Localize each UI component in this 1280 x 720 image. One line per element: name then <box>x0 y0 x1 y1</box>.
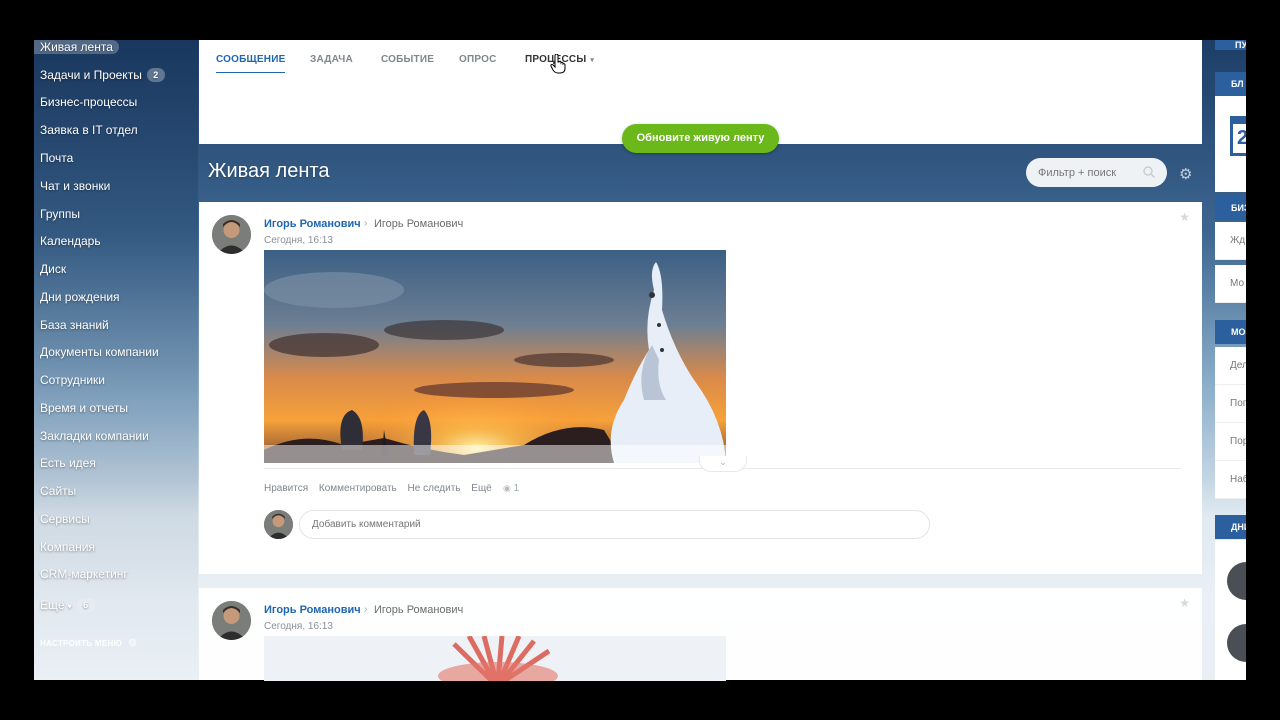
search-icon[interactable] <box>1142 165 1156 179</box>
star-icon[interactable]: ★ <box>1179 596 1190 610</box>
sidebar-item-business-processes[interactable]: Бизнес-процессы <box>40 91 137 113</box>
sidebar-item-label: Задачи и Проекты <box>40 68 142 82</box>
star-icon[interactable]: ★ <box>1179 210 1190 224</box>
comment-input[interactable] <box>299 510 930 539</box>
sidebar-item-label: Живая лента <box>40 40 113 54</box>
sidebar-item-mail[interactable]: Почта <box>40 147 73 169</box>
eye-icon: ◉ <box>503 483 511 493</box>
chevron-right-icon: › <box>364 604 368 615</box>
right-panel-row[interactable]: Пог <box>1215 385 1246 423</box>
right-section-header: МО <box>1215 320 1246 344</box>
sidebar-item-services[interactable]: Сервисы <box>40 508 90 530</box>
screen: Живая лента Задачи и Проекты 2 Бизнес-про… <box>0 0 1280 720</box>
post-recipient[interactable]: Игорь Романович <box>374 218 463 230</box>
tab-task[interactable]: ЗАДАЧА <box>310 54 353 65</box>
tab-event[interactable]: СОБЫТИЕ <box>381 54 434 65</box>
page-title: Живая лента <box>208 160 330 182</box>
sidebar-item-employees[interactable]: Сотрудники <box>40 369 105 391</box>
counter-badge: 2 <box>146 68 165 82</box>
avatar[interactable] <box>1227 562 1246 600</box>
sidebar-item-knowledge-base[interactable]: База знаний <box>40 314 109 336</box>
sidebar-item-tasks[interactable]: Задачи и Проекты 2 <box>40 64 165 86</box>
sidebar-item-more[interactable]: Ещё ▾ 6 <box>40 594 95 616</box>
sidebar-item-calendar[interactable]: Календарь <box>40 230 101 252</box>
feed-post: Игорь Романович › Игорь Романович Сегодн… <box>199 202 1202 574</box>
tab-poll[interactable]: ОПРОС <box>459 54 497 65</box>
right-section-header: БЛ <box>1215 72 1246 96</box>
gear-icon[interactable]: ⚙ <box>1179 165 1192 183</box>
post-image[interactable] <box>264 250 726 463</box>
right-panel-top-header: ПУ <box>1215 40 1246 50</box>
calendar-widget[interactable]: 2 <box>1215 96 1246 192</box>
tab-message[interactable]: СООБЩЕНИЕ <box>216 54 286 73</box>
right-panel-row[interactable]: Мо <box>1215 265 1246 303</box>
views-counter: ◉ 1 <box>503 483 519 494</box>
chevron-down-icon: ▾ <box>67 602 72 611</box>
sidebar-item-company[interactable]: Компания <box>40 536 95 558</box>
post-recipient[interactable]: Игорь Романович <box>374 604 463 616</box>
comment-button[interactable]: Комментировать <box>319 483 397 494</box>
calendar-day: 2 <box>1237 127 1246 149</box>
avatar[interactable] <box>212 215 251 254</box>
sidebar-item-chat[interactable]: Чат и звонки <box>40 175 110 197</box>
unfollow-button[interactable]: Не следить <box>408 483 461 494</box>
avatar <box>264 510 293 539</box>
configure-menu-label: НАСТРОИТЬ МЕНЮ <box>40 639 123 648</box>
birthdays-widget <box>1215 540 1246 680</box>
sidebar-item-company-docs[interactable]: Документы компании <box>40 341 159 363</box>
right-panel-row[interactable]: Пор <box>1215 423 1246 461</box>
more-button[interactable]: Ещё <box>471 483 491 494</box>
avatar[interactable] <box>1227 624 1246 662</box>
chevron-right-icon: › <box>364 218 368 229</box>
right-panel-row[interactable]: Дел <box>1215 347 1246 385</box>
right-panel-row[interactable]: Наб <box>1215 461 1246 499</box>
chevron-down-icon: ▾ <box>590 57 595 64</box>
post-actions: Нравится Комментировать Не следить Ещё <box>264 483 500 494</box>
expand-post-button[interactable]: ⌄ <box>699 456 747 472</box>
gear-icon: ⚙ <box>128 638 138 649</box>
right-panel: ПУ БЛ 2 БИЗ Жд Мо МО Дел Пог Пор Наб ДНИ <box>1215 40 1246 680</box>
post-author-link[interactable]: Игорь Романович <box>264 604 361 616</box>
sidebar-item-birthdays[interactable]: Дни рождения <box>40 286 120 308</box>
chevron-down-icon: ⌄ <box>719 457 727 467</box>
like-button[interactable]: Нравится <box>264 483 308 494</box>
avatar[interactable] <box>212 601 251 640</box>
sidebar-item-groups[interactable]: Группы <box>40 203 80 225</box>
counter-badge: 6 <box>76 598 95 612</box>
right-panel-row[interactable]: Жд <box>1215 222 1246 260</box>
sidebar-item-sites[interactable]: Сайты <box>40 480 76 502</box>
sidebar-item-disk[interactable]: Диск <box>40 258 66 280</box>
sidebar-item-live-feed[interactable]: Живая лента <box>34 40 119 54</box>
sidebar-item-label: Ещё <box>40 598 65 612</box>
configure-menu-button[interactable]: НАСТРОИТЬ МЕНЮ ⚙ <box>40 638 137 649</box>
right-section-header: ДНИ <box>1215 515 1246 539</box>
post-timestamp: Сегодня, 16:13 <box>264 235 333 246</box>
post-author-link[interactable]: Игорь Романович <box>264 218 361 230</box>
feed-post: Игорь Романович › Игорь Романович Сегодн… <box>199 588 1202 681</box>
right-section-header: БИЗ <box>1215 196 1246 220</box>
sidebar-item-it-request[interactable]: Заявка в IT отдел <box>40 119 138 141</box>
sidebar-item-time-reports[interactable]: Время и отчеты <box>40 397 128 419</box>
hand-cursor-icon <box>550 54 566 74</box>
sidebar-item-bookmarks[interactable]: Закладки компании <box>40 425 149 447</box>
post-timestamp: Сегодня, 16:13 <box>264 621 333 632</box>
update-feed-button[interactable]: Обновите живую ленту <box>622 124 779 153</box>
calendar-icon: 2 <box>1230 116 1246 156</box>
post-image[interactable] <box>264 636 726 681</box>
sidebar-item-ideas[interactable]: Есть идея <box>40 452 96 474</box>
sidebar-item-crm-marketing[interactable]: CRM-маркетинг <box>40 563 128 585</box>
views-count: 1 <box>513 483 520 494</box>
